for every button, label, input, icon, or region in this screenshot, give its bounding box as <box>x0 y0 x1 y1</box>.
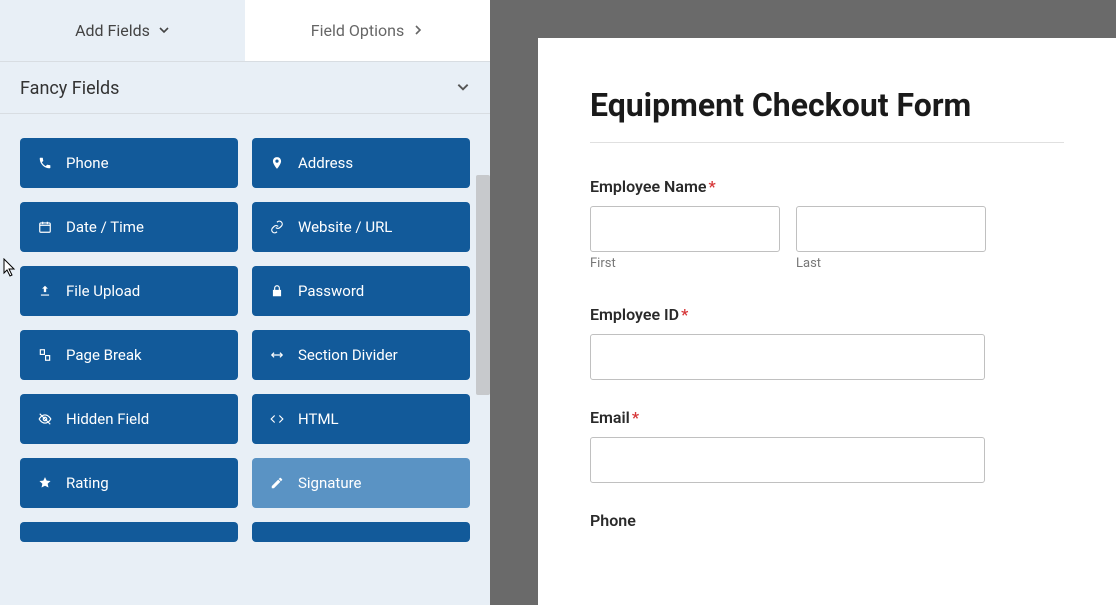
field-hiddenfield[interactable]: Hidden Field <box>20 394 238 444</box>
form-preview: Equipment Checkout Form Employee Name* F… <box>538 38 1116 605</box>
first-name-col: First <box>590 206 780 271</box>
field-label: Page Break <box>66 346 142 364</box>
tab-bar: Add Fields Field Options <box>0 0 490 62</box>
field-password[interactable]: Password <box>252 266 470 316</box>
field-label: Phone <box>66 154 109 172</box>
last-name-col: Last <box>796 206 986 271</box>
field-label: Date / Time <box>66 218 144 236</box>
first-name-sublabel: First <box>590 256 780 271</box>
calendar-icon <box>36 220 54 234</box>
fields-grid: Phone Address Date / Time Website / URL … <box>0 138 490 542</box>
field-fileupload[interactable]: File Upload <box>20 266 238 316</box>
chevron-right-icon <box>412 21 424 40</box>
label-email: Email* <box>590 408 1064 427</box>
field-sectiondivider[interactable]: Section Divider <box>252 330 470 380</box>
field-label: File Upload <box>66 282 140 300</box>
chevron-down-icon <box>158 21 170 40</box>
label-text: Email <box>590 408 630 427</box>
tab-label: Field Options <box>311 21 404 40</box>
field-signature[interactable]: Signature <box>252 458 470 508</box>
field-phone[interactable]: Phone <box>20 138 238 188</box>
field-label: Hidden Field <box>66 410 149 428</box>
field-label: Address <box>298 154 353 172</box>
builder-sidebar: Add Fields Field Options Fancy Fields Ph… <box>0 0 490 605</box>
upload-icon <box>36 284 54 298</box>
field-website[interactable]: Website / URL <box>252 202 470 252</box>
required-asterisk: * <box>708 177 715 196</box>
field-address[interactable]: Address <box>252 138 470 188</box>
email-input[interactable] <box>590 437 985 483</box>
field-rating[interactable]: Rating <box>20 458 238 508</box>
field-label: Password <box>298 282 364 300</box>
required-asterisk: * <box>681 305 688 324</box>
field-html[interactable]: HTML <box>252 394 470 444</box>
pagebreak-icon <box>36 348 54 362</box>
name-inputs-row: First Last <box>590 206 1064 271</box>
field-label: Section Divider <box>298 346 398 364</box>
section-header-fancy-fields[interactable]: Fancy Fields <box>0 62 490 114</box>
label-phone: Phone <box>590 511 1064 530</box>
label-employee-name: Employee Name* <box>590 177 1064 196</box>
label-text: Phone <box>590 511 636 530</box>
field-employee-id[interactable]: Employee ID* <box>590 305 1064 380</box>
divider-icon <box>268 348 286 362</box>
location-pin-icon <box>268 156 286 170</box>
tab-field-options[interactable]: Field Options <box>245 0 490 61</box>
field-datetime[interactable]: Date / Time <box>20 202 238 252</box>
field-pagebreak[interactable]: Page Break <box>20 330 238 380</box>
eye-slash-icon <box>36 412 54 426</box>
field-extra-1[interactable] <box>20 522 238 542</box>
section-title: Fancy Fields <box>20 78 119 99</box>
field-label: Website / URL <box>298 218 392 236</box>
first-name-input[interactable] <box>590 206 780 252</box>
field-employee-name[interactable]: Employee Name* First Last <box>590 177 1064 271</box>
link-icon <box>268 220 286 234</box>
chevron-down-icon <box>456 79 470 98</box>
field-label: Rating <box>66 474 109 492</box>
required-asterisk: * <box>632 408 639 427</box>
label-employee-id: Employee ID* <box>590 305 1064 324</box>
tab-label: Add Fields <box>75 21 150 40</box>
field-phone[interactable]: Phone <box>590 511 1064 530</box>
label-text: Employee Name <box>590 177 706 196</box>
tab-add-fields[interactable]: Add Fields <box>0 0 245 61</box>
code-icon <box>268 412 286 426</box>
pencil-icon <box>268 476 286 490</box>
field-label: Signature <box>298 474 362 492</box>
employee-id-input[interactable] <box>590 334 985 380</box>
last-name-sublabel: Last <box>796 256 986 271</box>
form-divider <box>590 142 1064 143</box>
star-icon <box>36 476 54 490</box>
field-email[interactable]: Email* <box>590 408 1064 483</box>
lock-icon <box>268 284 286 298</box>
label-text: Employee ID <box>590 305 679 324</box>
form-title: Equipment Checkout Form <box>590 86 1064 124</box>
field-extra-2[interactable] <box>252 522 470 542</box>
sidebar-scrollbar[interactable] <box>476 175 490 395</box>
phone-icon <box>36 156 54 170</box>
field-label: HTML <box>298 410 339 428</box>
last-name-input[interactable] <box>796 206 986 252</box>
